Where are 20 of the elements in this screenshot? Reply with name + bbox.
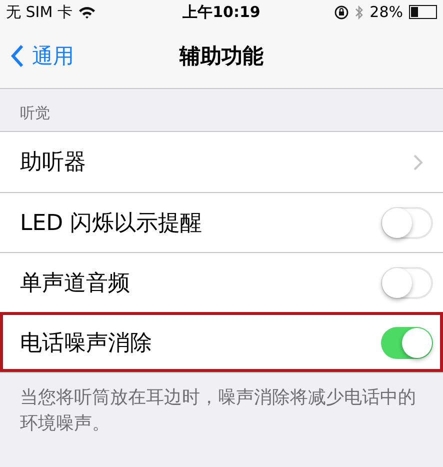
toggle-switch[interactable]	[381, 206, 433, 238]
footer-note: 当您将听筒放在耳边时，噪声消除将减少电话中的环境噪声。	[19, 386, 417, 436]
back-button[interactable]: 通用	[0, 42, 74, 70]
battery-icon	[409, 5, 437, 19]
toggle-switch[interactable]	[381, 326, 433, 358]
bluetooth-icon	[354, 4, 364, 20]
settings-row[interactable]: 单声道音频	[0, 252, 443, 312]
toggle-switch[interactable]	[381, 266, 433, 298]
carrier-text: 无 SIM 卡	[6, 2, 72, 22]
settings-row[interactable]: LED 闪烁以示提醒	[0, 192, 443, 252]
nav-title: 辅助功能	[180, 43, 264, 70]
settings-row[interactable]: 电话噪声消除	[0, 312, 443, 372]
battery-percent: 28%	[370, 3, 403, 21]
wifi-icon	[78, 6, 96, 18]
status-time: 上午10:19	[182, 2, 260, 22]
settings-row[interactable]: 助听器	[0, 132, 443, 192]
chevron-icon	[413, 154, 423, 170]
section-header: 听觉	[19, 103, 51, 124]
rotation-lock-icon	[334, 4, 349, 20]
back-chevron-icon	[10, 44, 24, 68]
